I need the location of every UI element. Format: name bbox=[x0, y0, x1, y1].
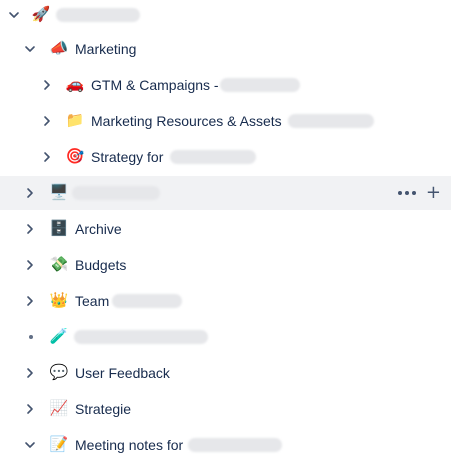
tree-item-label: Marketing bbox=[75, 41, 137, 57]
tree-item-label: Archive bbox=[75, 221, 122, 237]
tree-item-label: Strategie bbox=[75, 401, 132, 417]
page-tree: 🚀 📣 Marketing 🚗 GTM & Campaigns - 📁 Mark… bbox=[0, 0, 455, 465]
tree-item-label: Team bbox=[75, 293, 110, 309]
tree-item-marketing[interactable]: 📣 Marketing bbox=[0, 34, 451, 64]
tree-item-gtm-campaigns[interactable]: 🚗 GTM & Campaigns - bbox=[0, 70, 451, 100]
memo-icon: 📝 bbox=[49, 436, 69, 453]
tree-item-meeting-notes[interactable]: 📝 Meeting notes for bbox=[0, 430, 451, 460]
tree-item-strategy-for[interactable]: 🎯 Strategy for bbox=[0, 142, 451, 172]
tree-item-team[interactable]: 👑 Team bbox=[0, 286, 451, 316]
chevron-right-icon[interactable] bbox=[22, 185, 38, 201]
cabinet-icon: 🗄️ bbox=[49, 220, 69, 237]
tree-item-label: GTM & Campaigns - bbox=[91, 77, 219, 93]
bullet-dot-icon bbox=[29, 335, 33, 339]
tree-item-archive[interactable]: 🗄️ Archive bbox=[0, 214, 451, 244]
tree-item-marketing-resources[interactable]: 📁 Marketing Resources & Assets bbox=[0, 106, 451, 136]
chevron-right-icon[interactable] bbox=[22, 257, 38, 273]
crown-icon: 👑 bbox=[49, 292, 69, 309]
more-horizontal-icon[interactable] bbox=[397, 191, 416, 195]
redacted-text bbox=[72, 186, 160, 200]
tree-item-label: User Feedback bbox=[75, 365, 170, 381]
tree-item-budgets[interactable]: 💸 Budgets bbox=[0, 250, 451, 280]
tree-item-computer-page[interactable]: 🖥️ + bbox=[0, 176, 451, 210]
redacted-text bbox=[56, 8, 140, 22]
tree-item-label: Budgets bbox=[75, 257, 127, 273]
target-icon: 🎯 bbox=[65, 148, 85, 165]
tree-item-test-page[interactable]: 🧪 bbox=[0, 322, 451, 352]
chevron-right-icon[interactable] bbox=[39, 77, 55, 93]
chevron-right-icon[interactable] bbox=[39, 149, 55, 165]
tree-item-user-feedback[interactable]: 💬 User Feedback bbox=[0, 358, 451, 388]
chevron-right-icon[interactable] bbox=[22, 365, 38, 381]
tree-item-label: Meeting notes for bbox=[75, 437, 184, 453]
test-tube-icon: 🧪 bbox=[49, 328, 69, 345]
tree-item-label: Strategy for bbox=[91, 149, 164, 165]
rocket-icon: 🚀 bbox=[31, 6, 51, 23]
car-icon: 🚗 bbox=[65, 76, 85, 93]
redacted-text bbox=[112, 294, 182, 308]
megaphone-icon: 📣 bbox=[49, 40, 69, 57]
chevron-down-icon[interactable] bbox=[22, 41, 38, 57]
row-actions: + bbox=[397, 184, 441, 202]
redacted-text bbox=[74, 330, 208, 344]
tree-item-root[interactable]: 🚀 bbox=[0, 0, 451, 30]
redacted-text bbox=[220, 78, 300, 92]
tree-item-label: Marketing Resources & Assets bbox=[91, 113, 282, 129]
speech-bubble-icon: 💬 bbox=[49, 364, 69, 381]
redacted-text bbox=[170, 150, 256, 164]
chevron-right-icon[interactable] bbox=[22, 401, 38, 417]
chevron-down-icon[interactable] bbox=[6, 7, 22, 23]
redacted-text bbox=[188, 438, 282, 452]
folder-icon: 📁 bbox=[65, 112, 85, 129]
plus-icon[interactable]: + bbox=[426, 184, 441, 202]
chevron-right-icon[interactable] bbox=[39, 113, 55, 129]
chevron-right-icon[interactable] bbox=[22, 221, 38, 237]
chart-up-icon: 📈 bbox=[49, 400, 69, 417]
chevron-right-icon[interactable] bbox=[22, 293, 38, 309]
tree-item-strategie[interactable]: 📈 Strategie bbox=[0, 394, 451, 424]
redacted-text bbox=[288, 114, 374, 128]
chevron-down-icon[interactable] bbox=[22, 437, 38, 453]
desktop-icon: 🖥️ bbox=[49, 184, 69, 201]
money-icon: 💸 bbox=[49, 256, 69, 273]
